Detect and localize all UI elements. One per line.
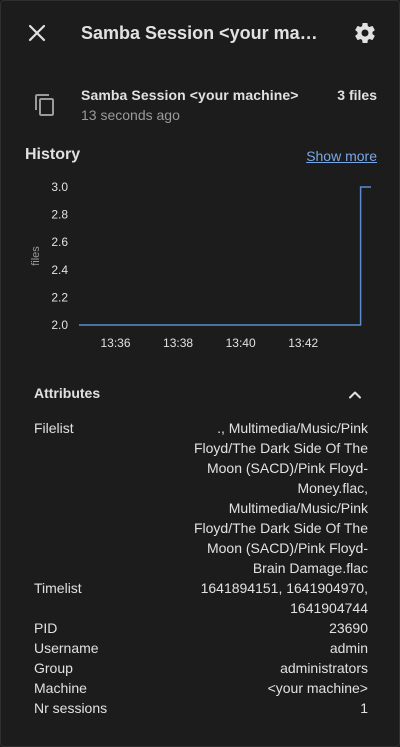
entity-name: Samba Session <your machine> (81, 87, 299, 103)
attribute-key: Username (34, 640, 99, 656)
chevron-up-icon (349, 391, 361, 399)
attribute-value: 1641894151, 1641904970, 1641904744 (200, 580, 368, 616)
attribute-value: admin (329, 640, 368, 656)
attribute-key: Filelist (34, 420, 74, 436)
y-tick-label: 2.4 (51, 263, 68, 277)
series-line (79, 186, 371, 326)
y-tick-label: 3.0 (51, 180, 68, 194)
settings-button[interactable] (353, 21, 377, 45)
attribute-key: Group (34, 660, 73, 676)
attribute-key: Machine (34, 680, 87, 696)
x-tick-label: 13:42 (288, 336, 318, 350)
file-document-icon (33, 93, 57, 117)
y-tick-label: 2.2 (51, 290, 68, 304)
attribute-row-username: Username admin (34, 638, 368, 658)
attribute-row-timelist: Timelist 1641894151, 1641904970, 1641904… (34, 578, 368, 618)
attribute-row-filelist: Filelist ., Multimedia/Music/Pink Floyd/… (34, 418, 368, 578)
attributes-list: Filelist ., Multimedia/Music/Pink Floyd/… (34, 418, 368, 718)
attribute-key: Timelist (34, 580, 82, 596)
x-tick-label: 13:38 (163, 336, 193, 350)
attribute-value: 23690 (329, 620, 368, 636)
attribute-row-group: Group administrators (34, 658, 368, 678)
more-info-dialog: Samba Session <your machine> Samba Sessi… (0, 0, 400, 747)
x-tick-label: 13:40 (226, 336, 256, 350)
show-more-link[interactable]: Show more (306, 148, 377, 164)
close-icon (28, 24, 46, 42)
attribute-row-machine: Machine <your machine> (34, 678, 368, 698)
attribute-value: ., Multimedia/Music/Pink Floyd/The Dark … (193, 420, 368, 576)
attribute-value: administrators (280, 660, 368, 676)
dialog-header: Samba Session <your machine> (1, 1, 399, 65)
y-axis-label: files (30, 246, 42, 266)
attribute-key: Nr sessions (34, 700, 108, 716)
attributes-expander[interactable]: Attributes (1, 379, 399, 411)
history-heading: History (25, 146, 81, 163)
attribute-value: 1 (360, 700, 368, 716)
attributes-heading: Attributes (34, 385, 101, 401)
attribute-row-pid: PID 23690 (34, 618, 368, 638)
attribute-key: PID (34, 620, 58, 636)
y-tick-label: 2.0 (51, 318, 68, 332)
entity-state: 3 files (337, 87, 377, 103)
attribute-value: <your machine> (267, 680, 368, 696)
x-tick-label: 13:36 (100, 336, 130, 350)
y-tick-label: 2.8 (51, 208, 68, 222)
gear-icon (355, 23, 375, 43)
attribute-row-nr-sessions: Nr sessions 1 (34, 698, 368, 718)
entity-row: Samba Session <your machine> 13 seconds … (1, 81, 399, 129)
entity-last-changed: 13 seconds ago (81, 107, 180, 123)
dialog-title: Samba Session <your machine> (81, 23, 321, 43)
history-chart: 3.0 2.8 2.6 2.4 2.2 2.0 13:36 13:38 13:40 13:42 fi… (30, 180, 371, 350)
close-button[interactable] (25, 21, 49, 45)
y-tick-label: 2.6 (51, 235, 68, 249)
